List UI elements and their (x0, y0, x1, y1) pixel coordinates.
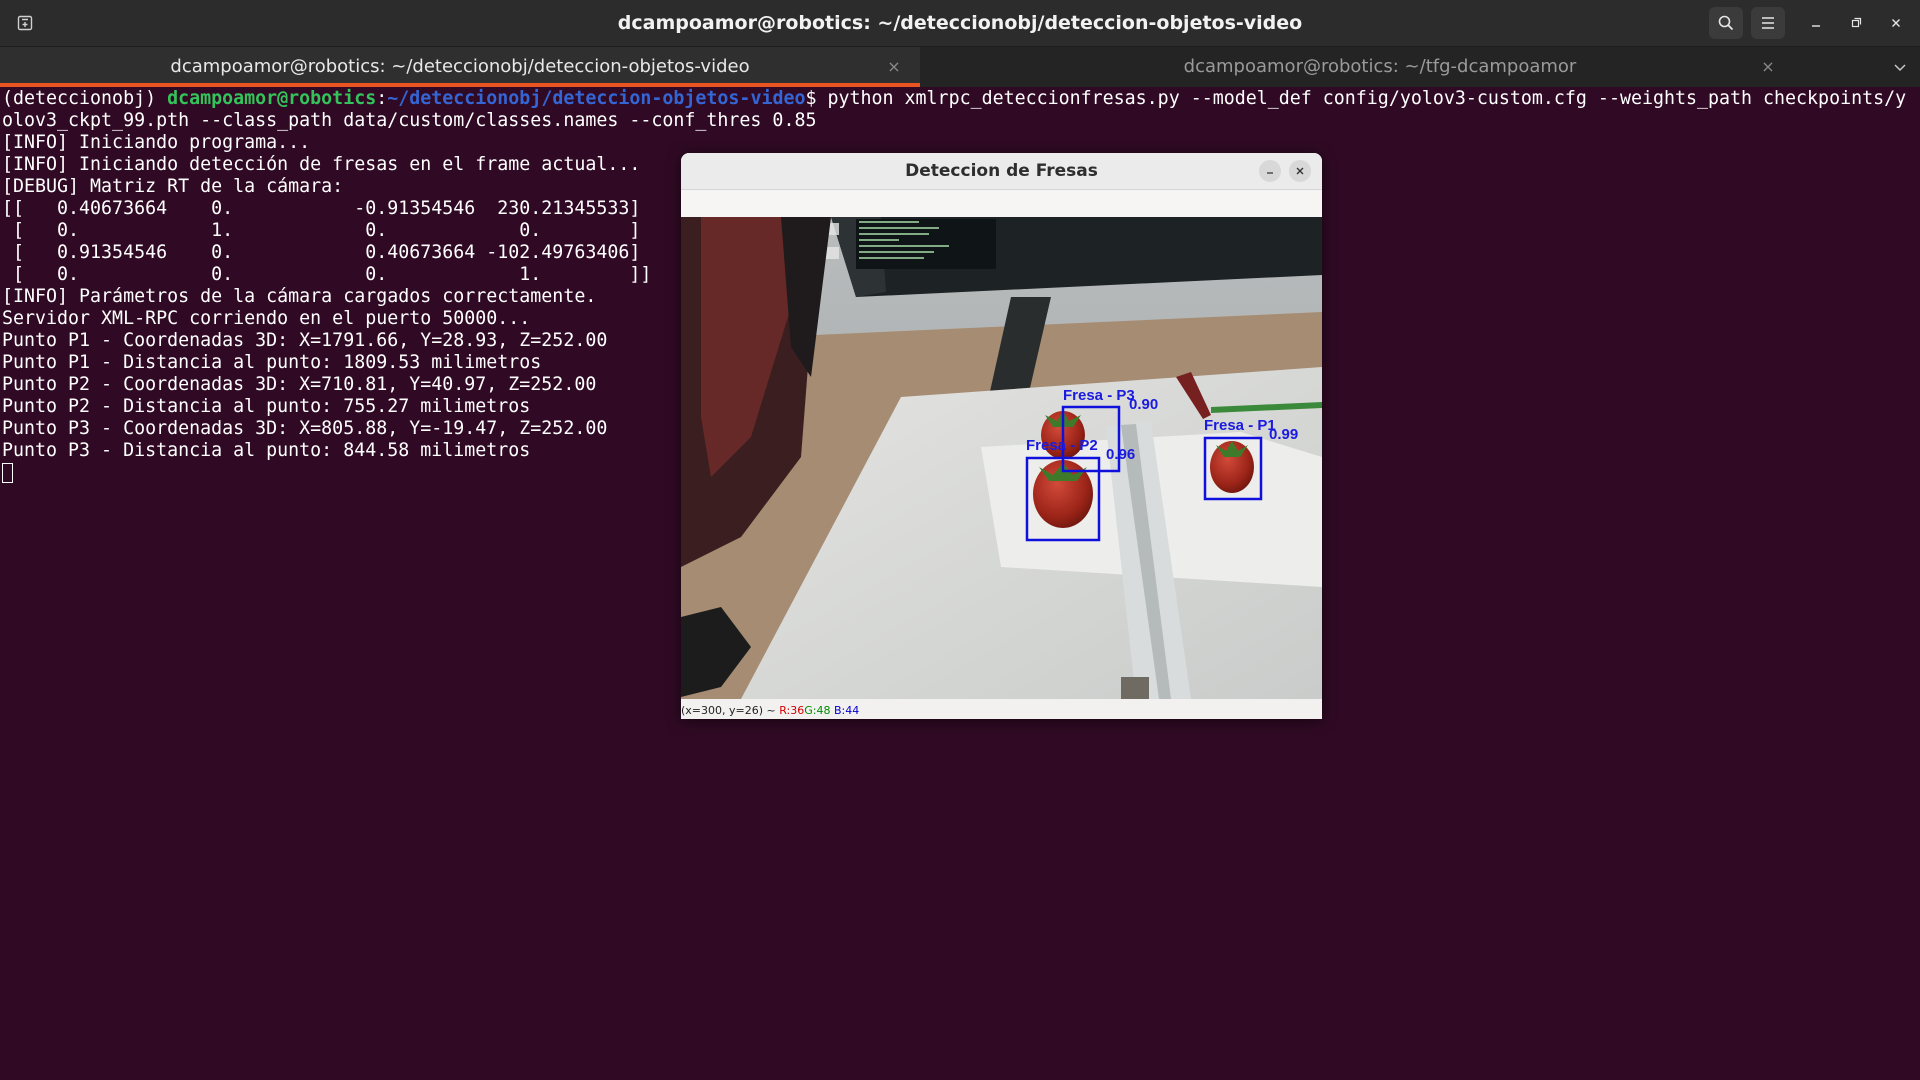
close-icon (1296, 167, 1304, 175)
detection-window-titlebar[interactable]: Deteccion de Fresas (681, 153, 1322, 190)
detection-label-p1: Fresa - P1 (1204, 417, 1276, 434)
terminal-line: [INFO] Iniciando programa... (2, 132, 311, 153)
close-button[interactable] (1882, 9, 1910, 37)
maximize-button[interactable] (1842, 9, 1870, 37)
search-button[interactable] (1709, 7, 1743, 39)
prompt-env: (deteccionobj) (2, 88, 168, 109)
tab-label: dcampoamor@robotics: ~/tfg-dcampoamor (1183, 56, 1577, 77)
detection-score-p1: 0.99 (1269, 426, 1298, 443)
detection-close-button[interactable] (1289, 160, 1311, 182)
tab-bar: dcampoamor@robotics: ~/deteccionobj/dete… (0, 47, 1920, 87)
new-tab-icon (17, 15, 33, 31)
prompt-dollar: $ (805, 88, 828, 109)
menu-button[interactable] (1751, 7, 1785, 39)
terminal-line: Punto P1 - Distancia al punto: 1809.53 m… (2, 352, 542, 373)
minimize-icon (1267, 172, 1273, 174)
prompt-path: ~/deteccionobj/deteccion-objetos-video (387, 88, 806, 109)
tab-close-icon[interactable]: × (1756, 47, 1780, 87)
detection-minimize-button[interactable] (1259, 160, 1281, 182)
terminal-line: Servidor XML-RPC corriendo en el puerto … (2, 308, 531, 329)
status-red: R:36 (779, 704, 805, 717)
tab-tfg-dcampoamor[interactable]: dcampoamor@robotics: ~/tfg-dcampoamor × (920, 47, 1840, 87)
terminal-line: [ 0.91354546 0. 0.40673664 -102.49763406… (2, 242, 641, 263)
maximize-icon (1851, 17, 1862, 28)
detection-label-p3: Fresa - P3 (1063, 387, 1135, 404)
tabs-overflow-button[interactable] (1880, 47, 1920, 87)
terminal-line: Punto P3 - Distancia al punto: 844.58 mi… (2, 440, 531, 461)
prompt-line: (deteccionobj) dcampoamor@robotics:~/det… (2, 88, 1906, 110)
minimize-button[interactable] (1802, 9, 1830, 37)
detection-window[interactable]: Deteccion de Fresas Fresa - P3 0.90 Fres… (681, 153, 1322, 719)
status-coords: (x=300, y=26) ~ (681, 704, 780, 717)
close-icon (1892, 19, 1900, 27)
terminal-line: Punto P2 - Distancia al punto: 755.27 mi… (2, 396, 531, 417)
terminal-line: [ 0. 1. 0. 0. ] (2, 220, 641, 241)
terminal-line: [[ 0.40673664 0. -0.91354546 230.2134553… (2, 198, 641, 219)
detection-label-p2: Fresa - P2 (1026, 437, 1098, 454)
prompt-user-host: dcampoamor@robotics (167, 88, 377, 109)
terminal-line: [DEBUG] Matriz RT de la cámara: (2, 176, 344, 197)
pixel-status-bar: (x=300, y=26) ~ R:36G:48 B:44 (681, 699, 1322, 719)
detection-score-p3: 0.90 (1129, 396, 1158, 413)
detection-score-p2: 0.96 (1106, 446, 1135, 463)
prompt-separator: : (376, 88, 388, 109)
camera-frame[interactable]: Fresa - P3 0.90 Fresa - P2 0.96 Fresa - … (681, 217, 1322, 699)
camera-scene: Fresa - P3 0.90 Fresa - P2 0.96 Fresa - … (681, 217, 1322, 699)
hamburger-menu-icon (1762, 17, 1774, 29)
terminal-line: [INFO] Iniciando detección de fresas en … (2, 154, 641, 175)
detection-toolbar (681, 190, 1322, 217)
tab-label: dcampoamor@robotics: ~/deteccionobj/dete… (170, 56, 750, 77)
prompt-command: python xmlrpc_deteccionfresas.py --model… (827, 88, 1907, 109)
terminal-line: Punto P3 - Coordenadas 3D: X=805.88, Y=-… (2, 418, 608, 439)
status-green: G:48 (804, 704, 831, 717)
terminal-line: [INFO] Parámetros de la cámara cargados … (2, 286, 597, 307)
terminal-line: olov3_ckpt_99.pth --class_path data/cust… (2, 110, 817, 131)
tab-close-icon[interactable]: × (882, 47, 906, 87)
terminal-line: Punto P1 - Coordenadas 3D: X=1791.66, Y=… (2, 330, 608, 351)
chevron-down-icon (1894, 64, 1906, 72)
terminal-cursor (2, 463, 13, 483)
header-bar: dcampoamor@robotics: ~/deteccionobj/dete… (0, 0, 1920, 47)
search-icon (1718, 15, 1734, 31)
terminal-line: [ 0. 0. 0. 1. ]] (2, 264, 652, 285)
detection-window-title: Deteccion de Fresas (905, 161, 1098, 181)
minimize-icon (1812, 25, 1820, 27)
status-blue: B:44 (833, 704, 860, 717)
terminal-line: Punto P2 - Coordenadas 3D: X=710.81, Y=4… (2, 374, 597, 395)
new-tab-button[interactable] (12, 10, 38, 36)
window-title: dcampoamor@robotics: ~/deteccionobj/dete… (617, 12, 1303, 34)
tab-deteccion-objetos-video[interactable]: dcampoamor@robotics: ~/deteccionobj/dete… (0, 47, 920, 87)
